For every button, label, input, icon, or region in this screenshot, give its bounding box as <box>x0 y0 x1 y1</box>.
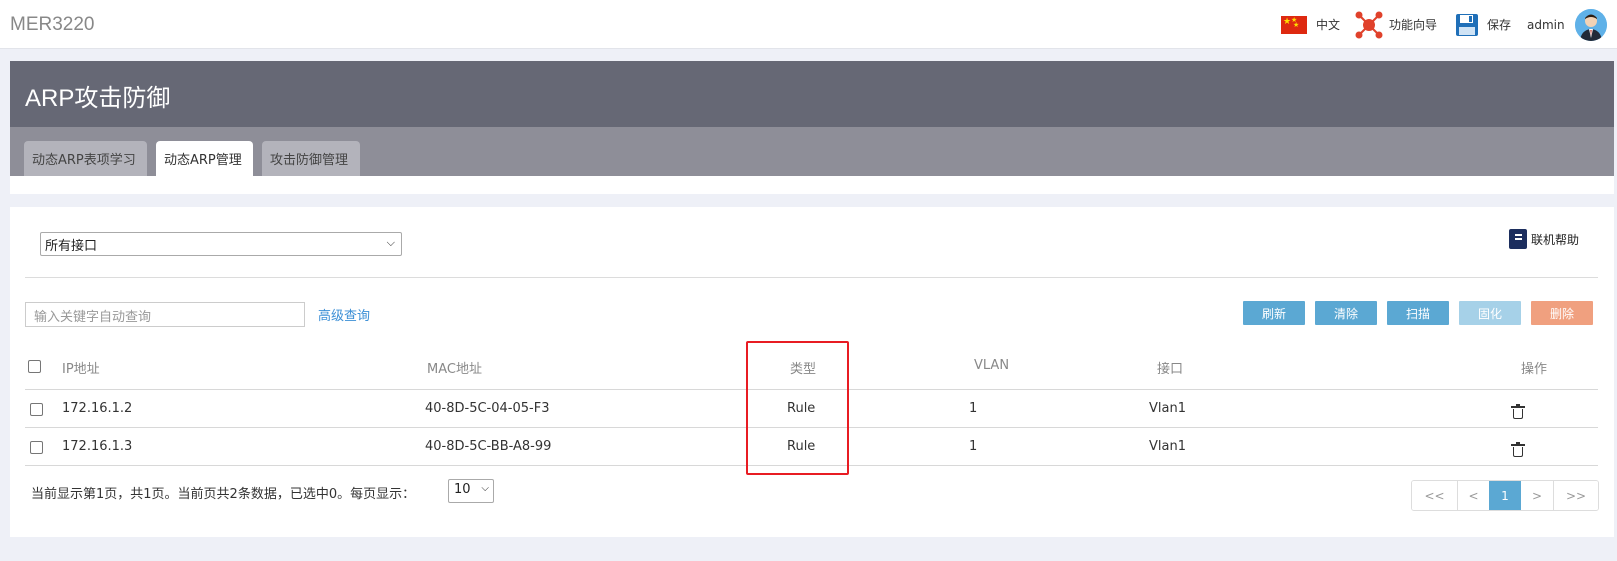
trash-icon[interactable] <box>1511 404 1525 419</box>
online-help-link[interactable]: 联机帮助 <box>1509 229 1579 249</box>
pagination: << < 1 > >> <box>1411 480 1599 511</box>
column-header-interface: 接口 <box>1157 362 1184 377</box>
user-menu[interactable]: admin <box>1527 0 1565 49</box>
type-column-highlight-box <box>746 341 849 475</box>
refresh-button[interactable]: 刷新 <box>1243 301 1305 325</box>
interface-select[interactable]: 所有接口 ⌵ <box>40 232 402 256</box>
delete-button[interactable]: 删除 <box>1531 301 1593 325</box>
divider <box>25 277 1598 278</box>
cell-mac: 40-8D-5C-BB-A8-99 <box>425 439 552 454</box>
chevron-down-icon: ⌵ <box>481 483 489 494</box>
page-title: ARP攻击防御 <box>25 85 171 112</box>
column-header-actions: 操作 <box>1521 362 1548 377</box>
clear-button[interactable]: 清除 <box>1315 301 1377 325</box>
cell-ip: 172.16.1.3 <box>62 439 133 454</box>
language-switch[interactable]: ★ ★ ★ 中文 <box>1281 0 1340 49</box>
page-1-button[interactable]: 1 <box>1489 481 1521 510</box>
column-header-vlan: VLAN <box>974 358 1010 373</box>
tab-content-strip <box>10 176 1614 194</box>
first-page-button[interactable]: << <box>1412 481 1457 510</box>
column-header-mac: MAC地址 <box>427 362 482 377</box>
floppy-disk-icon <box>1456 13 1478 36</box>
wizard-button[interactable]: 功能向导 <box>1355 0 1437 49</box>
page-size-select[interactable]: 10 ⌵ <box>448 479 494 503</box>
next-page-button[interactable]: > <box>1521 481 1553 510</box>
tab-bar: 动态ARP表项学习 动态ARP管理 攻击防御管理 <box>10 127 1614 176</box>
page-size-value: 10 <box>454 482 471 497</box>
user-avatar-icon <box>1575 9 1607 41</box>
cell-ip: 172.16.1.2 <box>62 401 133 416</box>
page-header: ARP攻击防御 <box>10 61 1614 127</box>
online-help-label: 联机帮助 <box>1531 232 1580 247</box>
china-flag-icon: ★ ★ ★ <box>1281 15 1307 34</box>
wizard-network-icon <box>1355 11 1383 38</box>
column-header-ip: IP地址 <box>62 362 100 377</box>
cell-vlan: 1 <box>969 439 978 454</box>
language-label: 中文 <box>1316 18 1341 32</box>
advanced-search-link[interactable]: 高级查询 <box>318 305 370 324</box>
trash-icon[interactable] <box>1511 442 1525 457</box>
top-bar: MER3220 ★ ★ ★ 中文 功能向导 保存 admin <box>0 0 1617 49</box>
cell-interface: Vlan1 <box>1149 439 1186 454</box>
tab-dynamic-arp-learning[interactable]: 动态ARP表项学习 <box>24 141 147 176</box>
last-page-button[interactable]: >> <box>1553 481 1598 510</box>
brand-name: MER3220 <box>10 14 95 35</box>
avatar[interactable] <box>1575 9 1607 41</box>
interface-select-value: 所有接口 <box>45 239 98 254</box>
row-checkbox[interactable] <box>30 441 43 454</box>
help-book-icon <box>1509 229 1527 249</box>
cell-mac: 40-8D-5C-04-05-F3 <box>425 401 550 416</box>
chevron-down-icon: ⌵ <box>386 236 395 249</box>
save-label: 保存 <box>1487 18 1512 32</box>
row-checkbox[interactable] <box>30 403 43 416</box>
save-button[interactable]: 保存 <box>1455 0 1511 49</box>
search-input[interactable]: 输入关键字自动查询 <box>25 302 305 327</box>
scan-button[interactable]: 扫描 <box>1387 301 1449 325</box>
solidify-button[interactable]: 固化 <box>1459 301 1521 325</box>
cell-vlan: 1 <box>969 401 978 416</box>
tab-dynamic-arp-management[interactable]: 动态ARP管理 <box>156 141 253 176</box>
pagination-status: 当前显示第1页，共1页。当前页共2条数据，已选中0。每页显示： <box>31 487 416 502</box>
wizard-label: 功能向导 <box>1389 18 1438 32</box>
cell-interface: Vlan1 <box>1149 401 1186 416</box>
select-all-checkbox[interactable] <box>28 360 41 373</box>
username: admin <box>1527 17 1565 32</box>
prev-page-button[interactable]: < <box>1457 481 1489 510</box>
tab-attack-defense-management[interactable]: 攻击防御管理 <box>262 141 360 176</box>
